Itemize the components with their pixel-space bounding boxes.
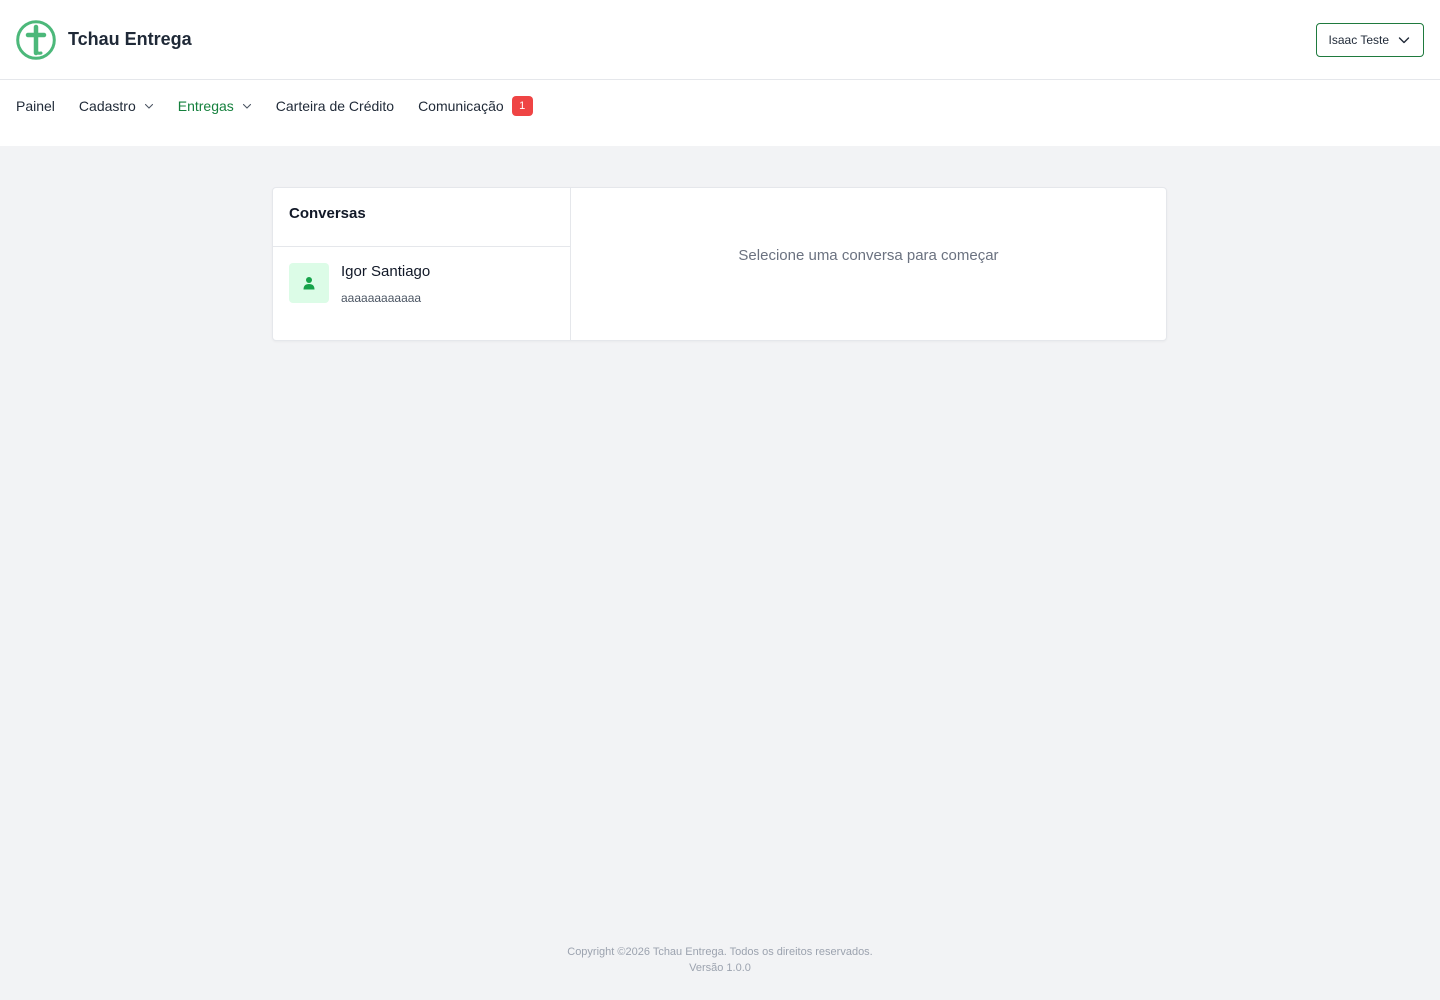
version-text: Versão 1.0.0 [689, 962, 751, 974]
nav-item-cadastro[interactable]: Cadastro [79, 96, 154, 116]
main-navigation: Painel Cadastro Entregas Carteira de Cré… [0, 80, 1440, 146]
avatar [289, 263, 329, 303]
footer: Copyright ©2026 Tchau Entrega. Todos os … [0, 944, 1440, 976]
chevron-down-icon [144, 103, 153, 109]
nav-item-painel[interactable]: Painel [16, 96, 55, 116]
nav-item-label: Entregas [177, 98, 234, 114]
conversation-list-title: Conversas [273, 188, 570, 247]
user-name: Isaac Teste [1328, 32, 1389, 47]
conversation-item[interactable]: Igor Santiago aaaaaaaaaaaa [273, 247, 570, 321]
nav-item-label: Comunicação [418, 98, 504, 114]
nav-item-comunicacao[interactable]: Comunicação 1 [418, 96, 533, 116]
tchau-entrega-logo-icon [16, 19, 56, 60]
copyright-text: Copyright ©2026 Tchau Entrega. Todos os … [567, 946, 873, 958]
conversation-preview: aaaaaaaaaaaa [341, 291, 422, 305]
chat-panel: Conversas Igor Santiago aaaaaaaaaaaa Sel… [272, 187, 1167, 341]
notification-badge: 1 [511, 96, 533, 116]
conversation-name: Igor Santiago [341, 263, 431, 280]
brand-name: Tchau Entrega [68, 29, 192, 49]
empty-state-message: Selecione uma conversa para começar [738, 247, 999, 264]
chevron-down-icon [242, 103, 251, 109]
top-bar: Tchau Entrega Isaac Teste [0, 0, 1440, 80]
nav-item-label: Carteira de Crédito [275, 98, 395, 114]
user-menu-button[interactable]: Isaac Teste [1315, 22, 1424, 57]
nav-item-label: Painel [16, 98, 55, 114]
nav-item-label: Cadastro [78, 98, 136, 114]
conversation-list: Conversas Igor Santiago aaaaaaaaaaaa [273, 188, 571, 340]
nav-item-entregas[interactable]: Entregas [178, 96, 252, 116]
conversation-texts: Igor Santiago aaaaaaaaaaaa [341, 263, 430, 305]
chevron-down-icon [1398, 36, 1410, 43]
chat-empty-state: Selecione uma conversa para começar [571, 188, 1166, 340]
brand[interactable]: Tchau Entrega [16, 19, 192, 60]
user-icon [303, 277, 315, 290]
nav-item-carteira-de-credito[interactable]: Carteira de Crédito [276, 96, 394, 116]
